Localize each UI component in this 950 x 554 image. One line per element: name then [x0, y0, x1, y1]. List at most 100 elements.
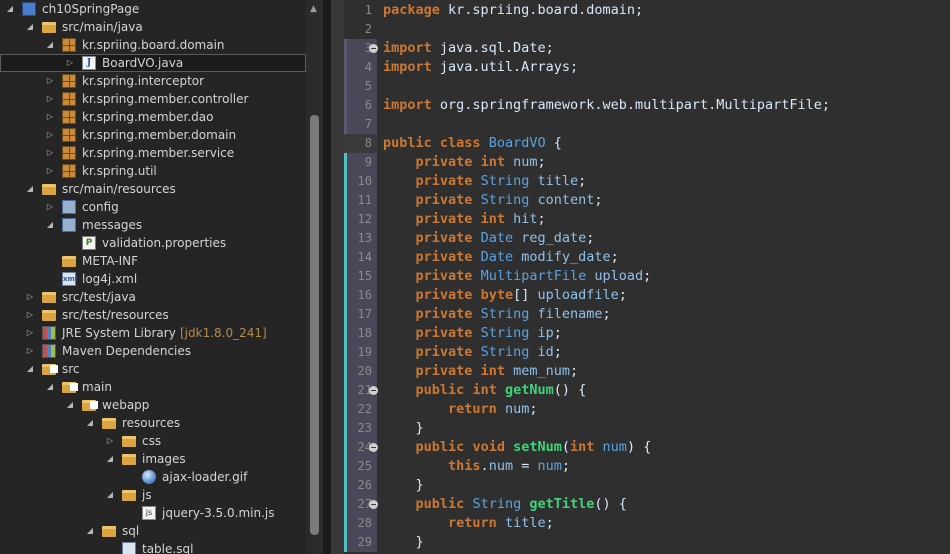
- line-number: 26: [357, 478, 372, 492]
- collapsed-arrow-icon[interactable]: ▷: [24, 324, 36, 342]
- tree-item[interactable]: ◢ src/main/java: [0, 18, 306, 36]
- tree-item[interactable]: ◢ src: [0, 360, 306, 378]
- collapsed-arrow-icon[interactable]: ▷: [44, 144, 56, 162]
- code-token: id: [537, 344, 554, 360]
- tree-item[interactable]: ▷ kr.spring.util: [0, 162, 306, 180]
- expanded-arrow-icon[interactable]: ◢: [24, 18, 36, 36]
- image-file-icon: [142, 470, 156, 484]
- tree-item[interactable]: ▷ JRE System Library [jdk1.8.0_241]: [0, 324, 306, 342]
- collapsed-arrow-icon[interactable]: ▷: [24, 342, 36, 360]
- code-line: private String content;: [383, 191, 603, 210]
- collapse-fold-icon[interactable]: −: [369, 443, 378, 452]
- tree-item[interactable]: ▷ css: [0, 432, 306, 450]
- code-token: private: [415, 363, 473, 379]
- code-line: private Date modify_date;: [383, 248, 619, 267]
- tree-item[interactable]: ▷ config: [0, 198, 306, 216]
- collapsed-arrow-icon[interactable]: ▷: [24, 288, 36, 306]
- tree-item[interactable]: ◢ messages: [0, 216, 306, 234]
- tree-item[interactable]: ▷ src/test/resources: [0, 306, 306, 324]
- tree-item[interactable]: js jquery-3.5.0.min.js: [0, 504, 306, 522]
- collapsed-arrow-icon[interactable]: ▷: [44, 108, 56, 126]
- tree-item[interactable]: ◢ src/main/resources: [0, 180, 306, 198]
- tree-item[interactable]: ajax-loader.gif: [0, 468, 306, 486]
- tree-item[interactable]: ◢ images: [0, 450, 306, 468]
- code-token: private: [415, 268, 473, 284]
- code-editor[interactable]: 123−456789101112131415161718192021−22232…: [331, 0, 950, 554]
- collapse-fold-icon[interactable]: −: [369, 386, 378, 395]
- explorer-scrollbar-thumb[interactable]: [310, 115, 319, 535]
- collapse-fold-icon[interactable]: −: [369, 500, 378, 509]
- expanded-arrow-icon[interactable]: ◢: [104, 450, 116, 468]
- tree-item-label: log4j.xml: [82, 272, 138, 286]
- code-token: (: [561, 439, 571, 455]
- collapsed-arrow-icon[interactable]: ▷: [44, 90, 56, 108]
- folder-icon: [102, 418, 116, 429]
- code-token: byte: [480, 287, 514, 303]
- line-number: 20: [357, 364, 372, 378]
- collapsed-arrow-icon[interactable]: ▷: [24, 306, 36, 324]
- expanded-arrow-icon[interactable]: ◢: [44, 216, 56, 234]
- line-number: 14: [357, 250, 372, 264]
- tree-item[interactable]: ◢ main: [0, 378, 306, 396]
- expanded-arrow-icon[interactable]: ◢: [24, 360, 36, 378]
- code-token: public: [415, 382, 465, 398]
- code-token: ;: [553, 344, 562, 360]
- tree-item[interactable]: ▷ kr.spring.member.dao: [0, 108, 306, 126]
- collapse-fold-icon[interactable]: −: [369, 44, 378, 53]
- tree-item[interactable]: ▷ kr.spring.member.service: [0, 144, 306, 162]
- collapsed-arrow-icon[interactable]: ▷: [44, 126, 56, 144]
- expanded-arrow-icon[interactable]: ◢: [64, 396, 76, 414]
- code-line: private int hit;: [383, 210, 546, 229]
- expanded-arrow-icon[interactable]: ◢: [104, 486, 116, 504]
- code-line: this.num = num;: [383, 457, 570, 476]
- expanded-arrow-icon[interactable]: ◢: [4, 0, 16, 18]
- tree-item[interactable]: ▷ src/test/java: [0, 288, 306, 306]
- code-token: import: [383, 40, 432, 56]
- collapsed-arrow-icon[interactable]: ▷: [64, 54, 76, 72]
- explorer-scrollbar[interactable]: ▲: [306, 0, 323, 554]
- tree-item[interactable]: ◢ resources: [0, 414, 306, 432]
- tree-item[interactable]: xml log4j.xml: [0, 270, 306, 288]
- panel-splitter[interactable]: [323, 0, 331, 554]
- expanded-arrow-icon[interactable]: ◢: [44, 36, 56, 54]
- tree-item[interactable]: ▷ kr.spring.member.domain: [0, 126, 306, 144]
- scroll-up-arrow-icon[interactable]: ▲: [310, 4, 317, 14]
- code-token: private: [415, 249, 473, 265]
- collapsed-arrow-icon[interactable]: ▷: [44, 162, 56, 180]
- tree-item[interactable]: ◢ kr.spriing.board.domain: [0, 36, 306, 54]
- collapsed-arrow-icon[interactable]: ▷: [44, 72, 56, 90]
- tree-item[interactable]: table.sql: [0, 540, 306, 554]
- tree-item[interactable]: ▷ J BoardVO.java: [0, 54, 306, 72]
- tree-item[interactable]: META-INF: [0, 252, 306, 270]
- code-token: reg_date: [521, 230, 587, 246]
- properties-file-icon: P: [82, 236, 96, 250]
- expanded-arrow-icon[interactable]: ◢: [24, 180, 36, 198]
- expanded-arrow-icon[interactable]: ◢: [84, 414, 96, 432]
- tree-item[interactable]: ◢ js: [0, 486, 306, 504]
- collapsed-arrow-icon[interactable]: ▷: [104, 432, 116, 450]
- tree-item[interactable]: ◢ sql: [0, 522, 306, 540]
- tree-item[interactable]: ◢ webapp: [0, 396, 306, 414]
- tree-item[interactable]: ▷ kr.spring.member.controller: [0, 90, 306, 108]
- tree-item-label: kr.spring.member.domain: [82, 128, 237, 142]
- code-token: String: [480, 173, 530, 189]
- code-token: () {: [594, 496, 627, 512]
- collapsed-arrow-icon[interactable]: ▷: [44, 198, 56, 216]
- code-token: private: [415, 344, 473, 360]
- tree-item[interactable]: ▷ kr.spring.interceptor: [0, 72, 306, 90]
- code-token: title: [537, 173, 579, 189]
- folder-icon: [62, 256, 76, 267]
- code-line: return title;: [383, 514, 554, 533]
- tree-item[interactable]: Pvalidation.properties: [0, 234, 306, 252]
- tree-item[interactable]: ◢ ch10SpringPage: [0, 0, 306, 18]
- expanded-arrow-icon[interactable]: ◢: [44, 378, 56, 396]
- code-token: private: [415, 287, 473, 303]
- expanded-arrow-icon[interactable]: ◢: [84, 522, 96, 540]
- tree-item-label: kr.spring.interceptor: [82, 74, 205, 88]
- tree-item[interactable]: ▷ Maven Dependencies: [0, 342, 306, 360]
